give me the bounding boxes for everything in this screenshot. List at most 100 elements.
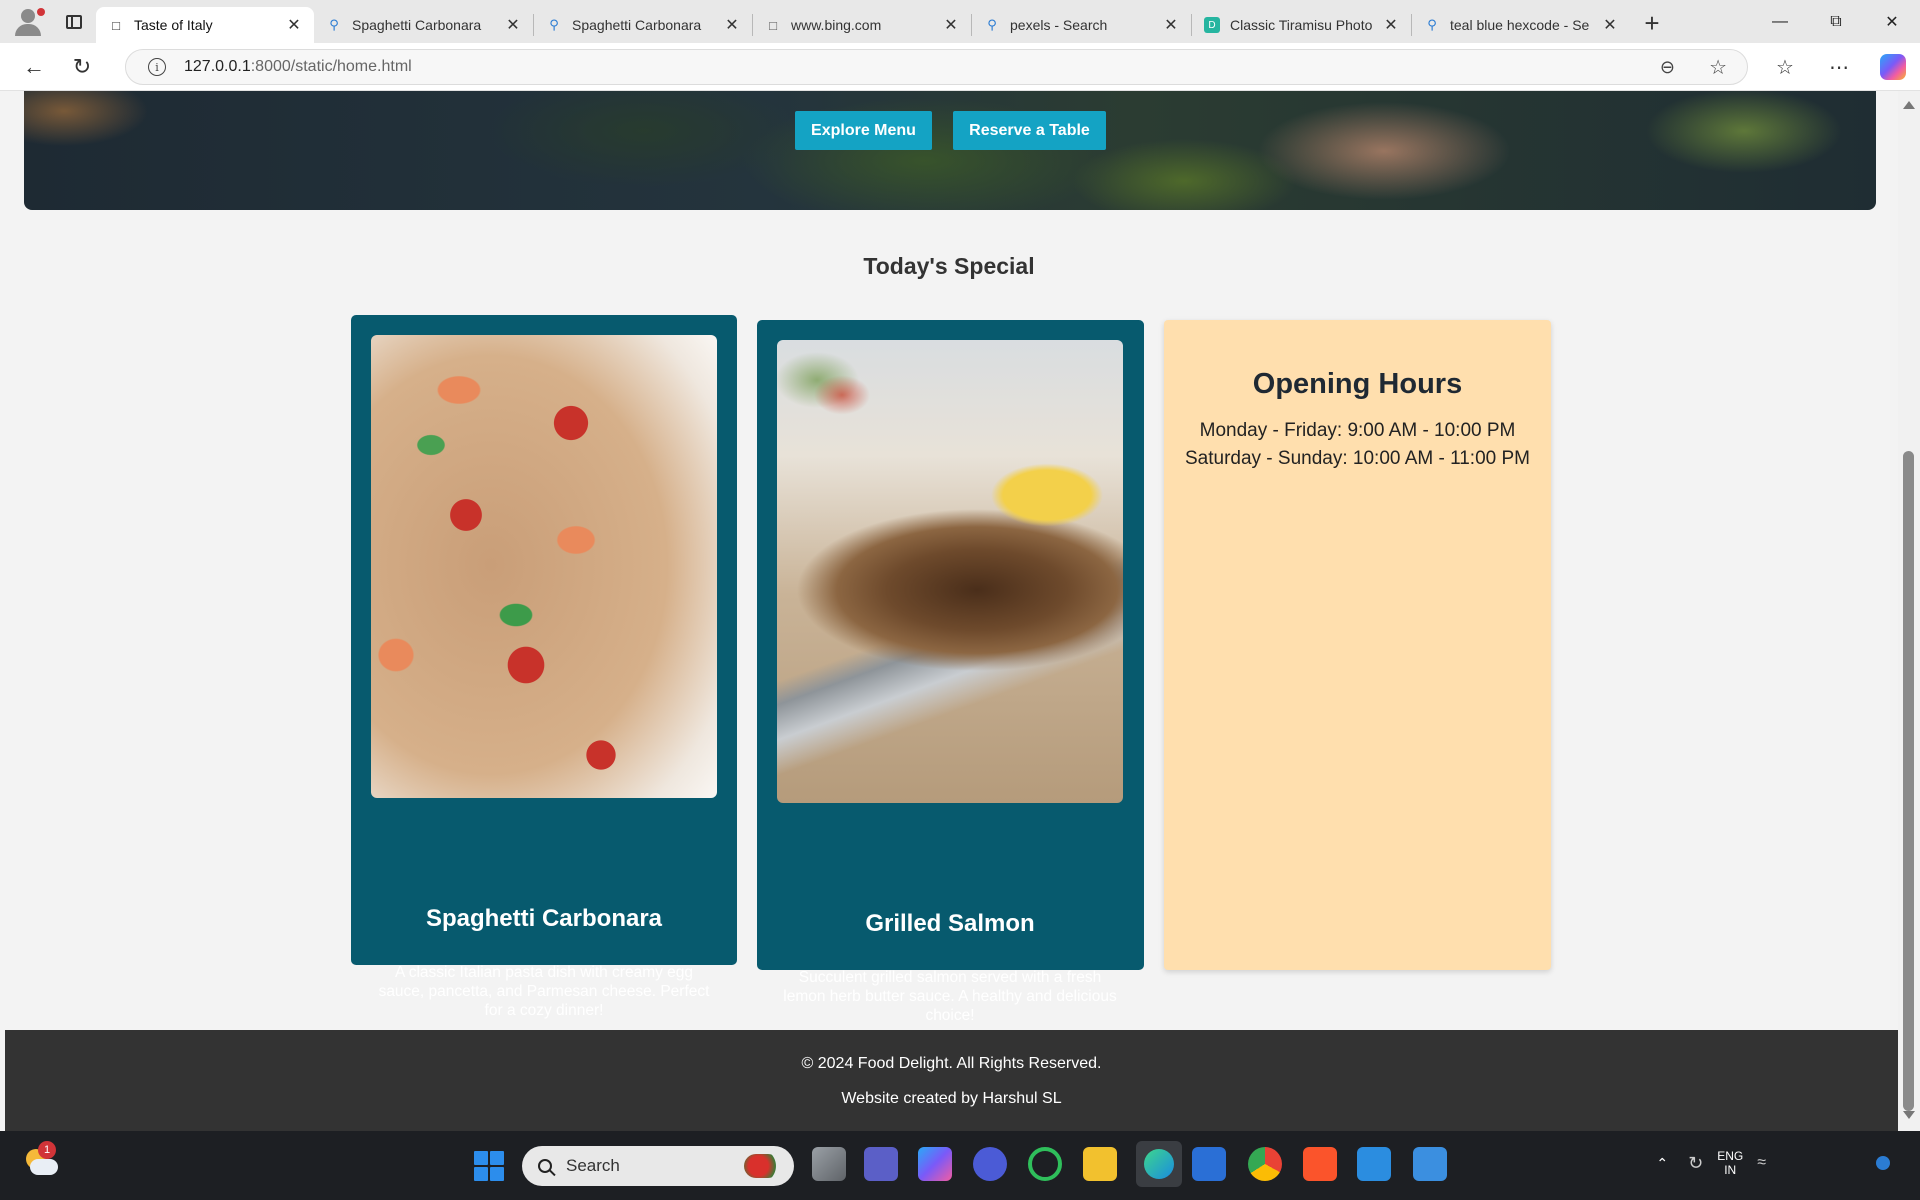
app-icon[interactable] bbox=[973, 1147, 1007, 1181]
chrome-icon[interactable] bbox=[1248, 1147, 1282, 1181]
footer-copyright: © 2024 Food Delight. All Rights Reserved… bbox=[801, 1055, 1102, 1072]
restore-icon[interactable]: ⧉ bbox=[1808, 0, 1864, 43]
favorites-icon[interactable]: ☆ bbox=[1758, 47, 1812, 87]
salmon-photo bbox=[777, 340, 1123, 803]
vscode-icon[interactable] bbox=[1357, 1147, 1391, 1181]
browser-toolbar: ← ↻ i 127.0.0.1:8000/static/home.html ⊖ … bbox=[0, 43, 1920, 91]
notification-icon[interactable] bbox=[1876, 1156, 1890, 1170]
zoom-out-icon[interactable]: ⊖ bbox=[1660, 57, 1675, 78]
address-bar[interactable]: i 127.0.0.1:8000/static/home.html ⊖ ☆ bbox=[125, 49, 1748, 85]
window-controls: — ⧉ ✕ bbox=[1752, 0, 1920, 43]
notification-dot bbox=[37, 8, 45, 16]
page-viewport: Explore Menu Reserve a Table Today's Spe… bbox=[0, 91, 1898, 1131]
back-icon[interactable]: ← bbox=[10, 47, 58, 87]
minimize-icon[interactable]: — bbox=[1752, 0, 1808, 43]
reserve-table-button[interactable]: Reserve a Table bbox=[953, 111, 1106, 150]
site-info-icon[interactable]: i bbox=[148, 58, 166, 76]
tab-teal-blue-hexcode[interactable]: ⚲ teal blue hexcode - Se ✕ bbox=[1412, 7, 1630, 43]
tab-spaghetti-carbonara-2[interactable]: ⚲ Spaghetti Carbonara ✕ bbox=[534, 7, 752, 43]
search-highlight-icon bbox=[744, 1154, 780, 1178]
site-footer: © 2024 Food Delight. All Rights Reserved… bbox=[5, 1030, 1898, 1131]
url-text[interactable]: 127.0.0.1:8000/static/home.html bbox=[184, 58, 412, 76]
search-icon: ⚲ bbox=[987, 17, 997, 32]
favorite-star-icon[interactable]: ☆ bbox=[1709, 55, 1727, 80]
dish-name: Spaghetti Carbonara bbox=[425, 905, 663, 932]
refresh-app-icon[interactable] bbox=[1028, 1147, 1062, 1181]
close-icon[interactable]: ✕ bbox=[284, 15, 304, 35]
sync-icon[interactable]: ↻ bbox=[1688, 1153, 1703, 1174]
tab-classic-tiramisu[interactable]: D Classic Tiramisu Photo ✕ bbox=[1192, 7, 1411, 43]
new-tab-button[interactable]: + bbox=[1630, 6, 1674, 42]
tab-title: Classic Tiramisu Photo bbox=[1230, 17, 1373, 33]
region-code: IN bbox=[1724, 1163, 1737, 1177]
tab-actions-icon[interactable] bbox=[52, 0, 96, 43]
tab-taste-of-italy[interactable]: □ Taste of Italy ✕ bbox=[96, 7, 314, 43]
search-icon: ⚲ bbox=[549, 17, 559, 32]
teams-icon[interactable] bbox=[864, 1147, 898, 1181]
taskbar-search[interactable]: Search bbox=[522, 1146, 794, 1186]
opening-hours-card: Opening Hours Monday - Friday: 9:00 AM -… bbox=[1164, 320, 1551, 970]
dish-description: A classic Italian pasta dish with creamy… bbox=[378, 964, 710, 1019]
dish-description: Succulent grilled salmon served with a f… bbox=[783, 969, 1117, 1024]
tab-title: pexels - Search bbox=[1010, 17, 1108, 33]
weekend-hours: Saturday - Sunday: 10:00 AM - 11:00 PM bbox=[1184, 448, 1530, 469]
tab-pexels-search[interactable]: ⚲ pexels - Search ✕ bbox=[972, 7, 1191, 43]
system-tray: ⌃ ↻ ENG IN ≈ bbox=[1656, 1149, 1890, 1177]
file-explorer-icon[interactable] bbox=[1083, 1147, 1117, 1181]
more-options-icon[interactable]: ⋯ bbox=[1812, 47, 1866, 87]
tab-title: Spaghetti Carbonara bbox=[352, 17, 482, 33]
url-host: 127.0.0.1 bbox=[184, 58, 251, 75]
tab-spaghetti-carbonara-1[interactable]: ⚲ Spaghetti Carbonara ✕ bbox=[314, 7, 533, 43]
page-icon: □ bbox=[769, 17, 777, 33]
windows-taskbar: 1 Search ⌃ ↻ ENG IN ≈ bbox=[0, 1131, 1920, 1200]
spaghetti-photo bbox=[371, 335, 717, 798]
tab-title: teal blue hexcode - Se bbox=[1450, 17, 1590, 33]
footer-credit: Website created by Harshul SL bbox=[841, 1090, 1062, 1107]
copilot-icon[interactable] bbox=[1880, 54, 1906, 80]
close-icon[interactable]: ✕ bbox=[1600, 15, 1620, 35]
opening-hours-title: Opening Hours bbox=[1252, 368, 1463, 400]
wifi-icon[interactable]: ≈ bbox=[1757, 1154, 1766, 1172]
scroll-down-icon[interactable] bbox=[1903, 1111, 1915, 1119]
tab-title: Taste of Italy bbox=[134, 17, 213, 33]
close-icon[interactable]: ✕ bbox=[941, 15, 961, 35]
search-icon: ⚲ bbox=[1427, 17, 1437, 32]
dish-name: Grilled Salmon bbox=[865, 910, 1035, 937]
close-icon[interactable]: ✕ bbox=[722, 15, 742, 35]
site-icon: D bbox=[1204, 17, 1220, 33]
brave-icon[interactable] bbox=[1303, 1147, 1337, 1181]
close-window-icon[interactable]: ✕ bbox=[1864, 0, 1920, 43]
tab-title: www.bing.com bbox=[791, 17, 882, 33]
weekday-hours: Monday - Friday: 9:00 AM - 10:00 PM bbox=[1199, 420, 1516, 441]
start-icon[interactable] bbox=[474, 1151, 504, 1181]
close-icon[interactable]: ✕ bbox=[503, 15, 523, 35]
task-view-icon[interactable] bbox=[812, 1147, 846, 1181]
url-path: :8000/static/home.html bbox=[250, 58, 412, 75]
copilot-app-icon[interactable] bbox=[918, 1147, 952, 1181]
page-scrollbar[interactable] bbox=[1898, 91, 1920, 1131]
photos-icon[interactable] bbox=[1413, 1147, 1447, 1181]
scroll-up-icon[interactable] bbox=[1903, 101, 1915, 109]
reload-icon[interactable]: ↻ bbox=[58, 47, 106, 87]
scrollbar-thumb[interactable] bbox=[1903, 451, 1914, 1111]
tab-bing[interactable]: □ www.bing.com ✕ bbox=[753, 7, 971, 43]
language-code: ENG bbox=[1717, 1149, 1744, 1163]
tab-title: Spaghetti Carbonara bbox=[572, 17, 702, 33]
search-icon bbox=[538, 1159, 552, 1173]
store-icon[interactable] bbox=[1192, 1147, 1226, 1181]
taskbar-search-label: Search bbox=[566, 1156, 620, 1175]
explore-menu-button[interactable]: Explore Menu bbox=[795, 111, 932, 150]
edge-active-icon[interactable] bbox=[1136, 1141, 1182, 1187]
page-icon: □ bbox=[112, 17, 120, 33]
hero-banner: Explore Menu Reserve a Table bbox=[24, 91, 1876, 210]
search-icon: ⚲ bbox=[329, 17, 339, 32]
language-indicator[interactable]: ENG IN bbox=[1717, 1149, 1743, 1177]
todays-special-heading: Today's Special bbox=[863, 253, 1035, 279]
profile-avatar-icon[interactable] bbox=[0, 0, 52, 43]
tray-chevron-icon[interactable]: ⌃ bbox=[1656, 1155, 1668, 1172]
close-icon[interactable]: ✕ bbox=[1161, 15, 1181, 35]
close-icon[interactable]: ✕ bbox=[1381, 15, 1401, 35]
special-card-spaghetti: Spaghetti Carbonara A classic Italian pa… bbox=[351, 315, 737, 1019]
browser-tab-bar: □ Taste of Italy ✕ ⚲ Spaghetti Carbonara… bbox=[0, 0, 1920, 43]
weather-badge: 1 bbox=[38, 1141, 56, 1159]
